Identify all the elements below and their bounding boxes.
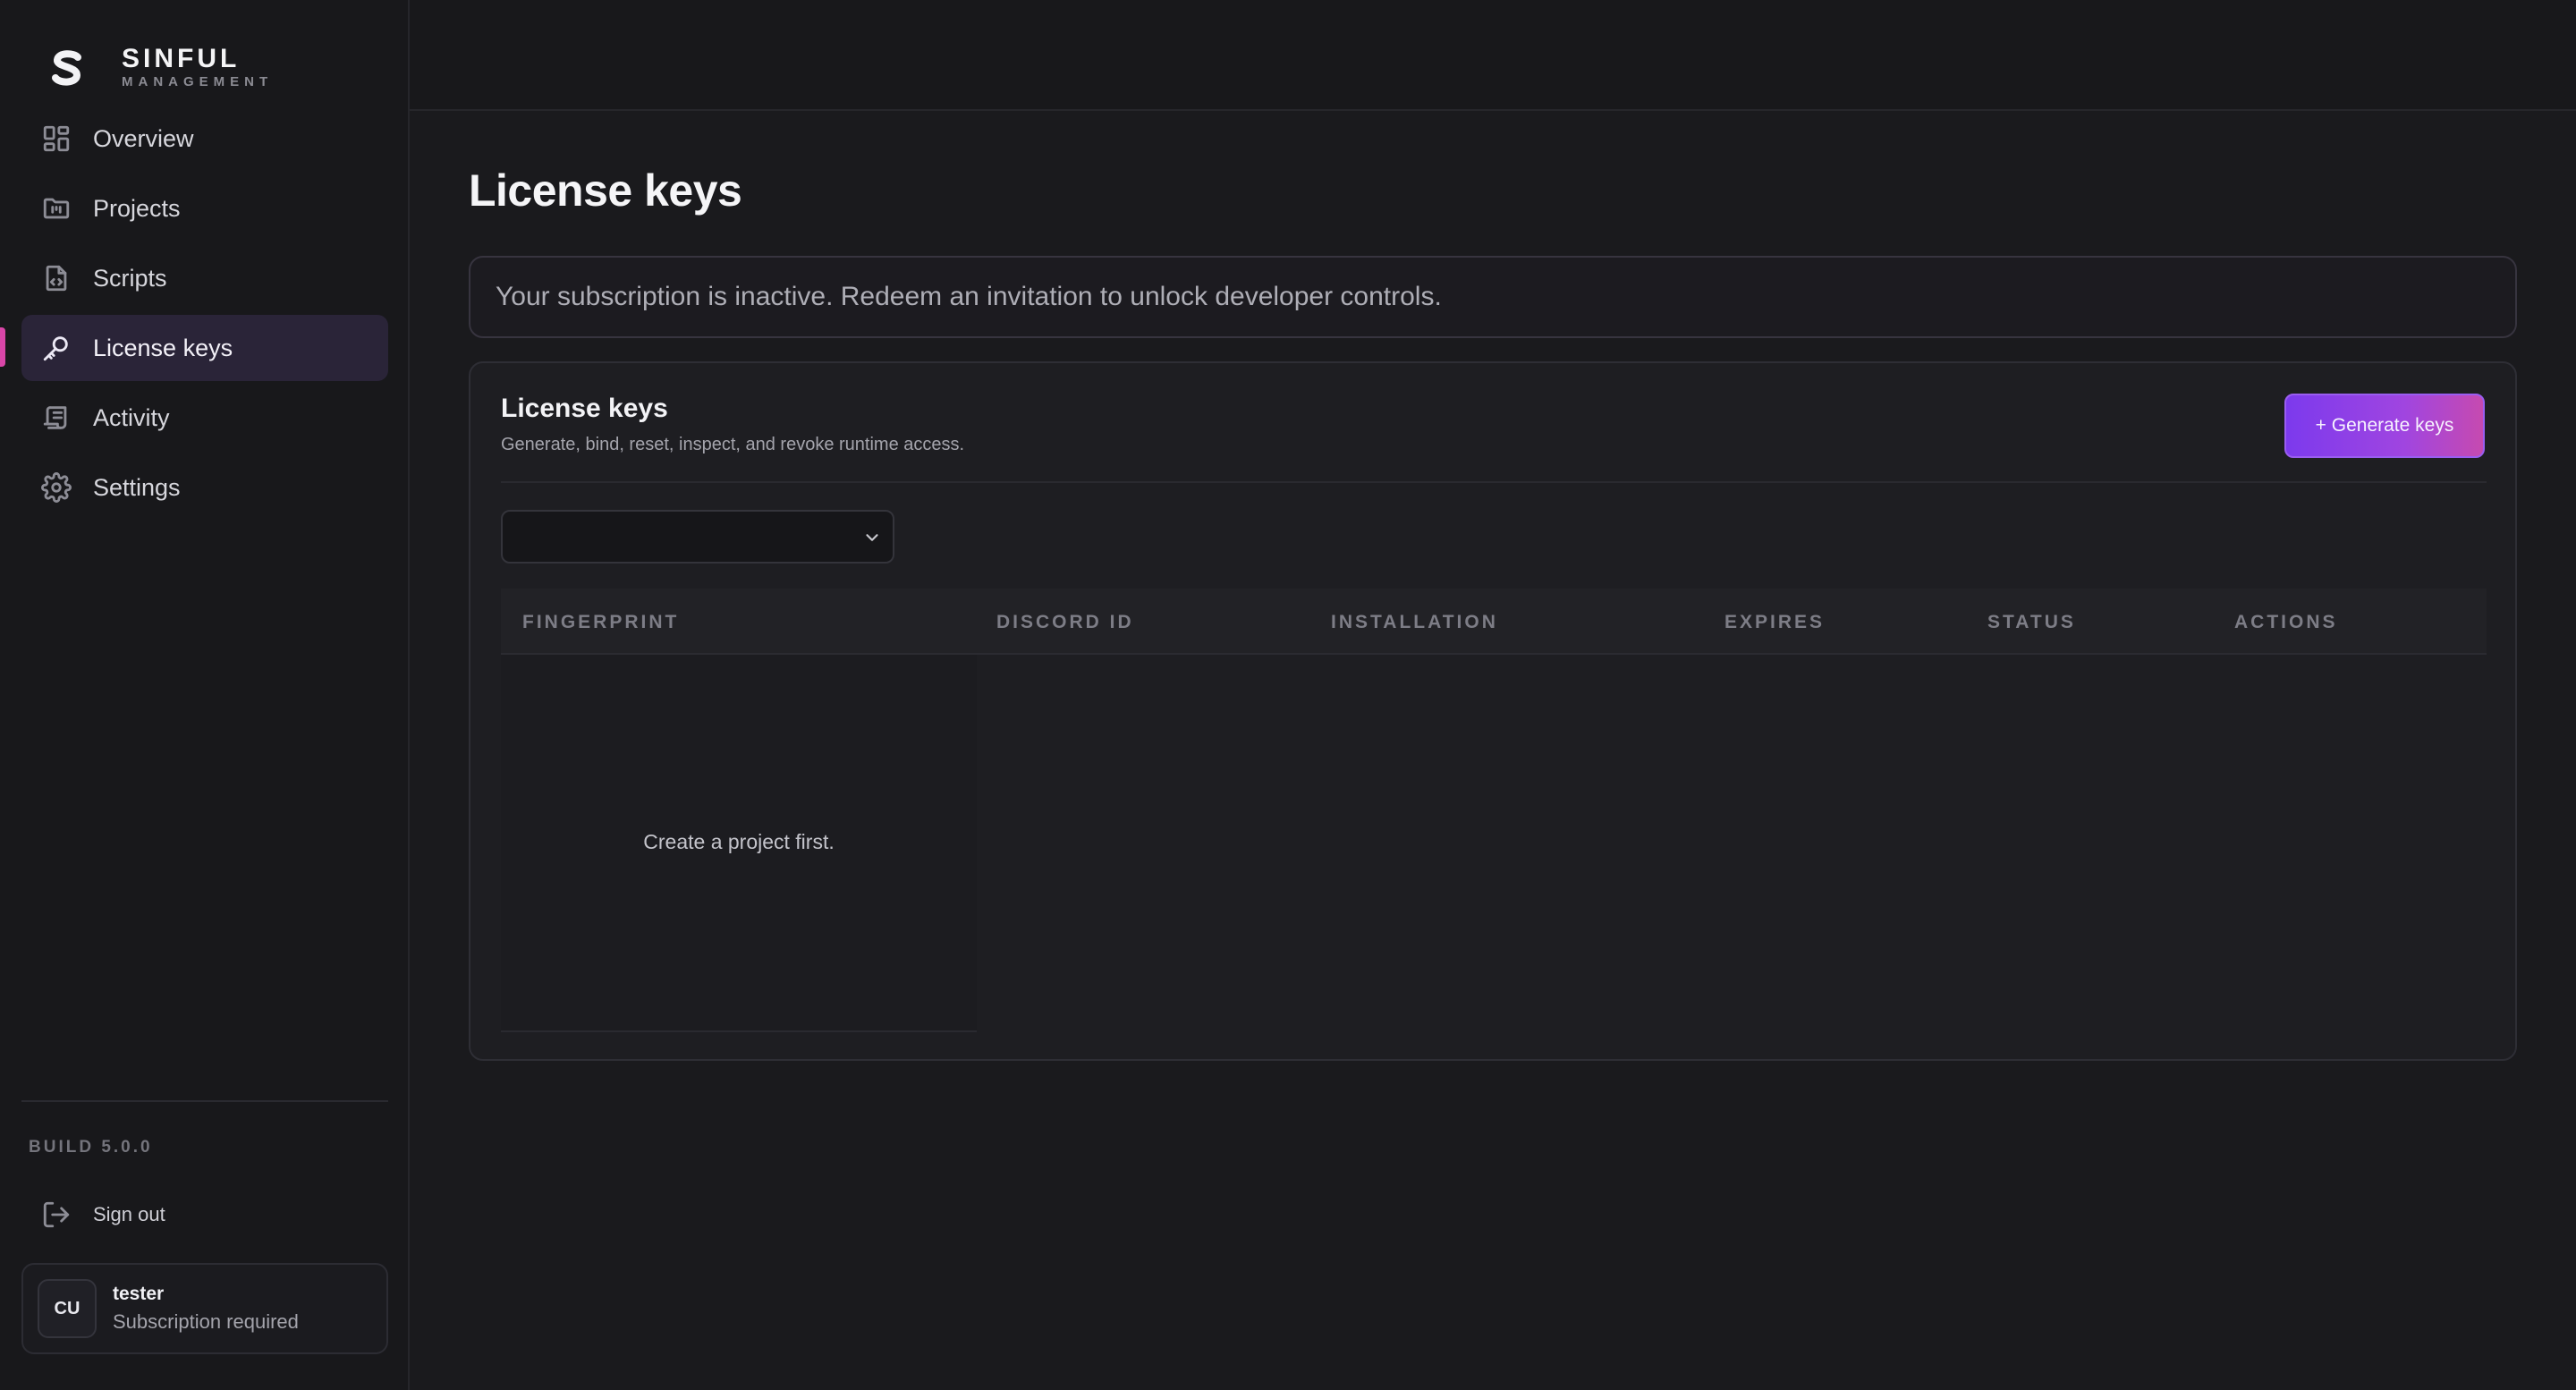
column-header-status[interactable]: STATUS xyxy=(1987,612,2076,633)
column-header-actions: ACTIONS xyxy=(2234,612,2338,632)
sidebar-item-overview[interactable]: Overview xyxy=(21,106,388,172)
sidebar-item-activity[interactable]: Activity xyxy=(21,385,388,451)
sidebar-item-license-keys[interactable]: License keys xyxy=(21,315,388,381)
chevron-down-icon xyxy=(866,534,878,541)
sidebar-item-scripts[interactable]: Scripts xyxy=(21,245,388,311)
user-subscription-status: Subscription required xyxy=(113,1310,299,1333)
sidebar-item-label: Scripts xyxy=(93,264,167,292)
sidebar-item-label: Projects xyxy=(93,194,181,222)
empty-state-message: Create a project first. xyxy=(643,830,835,853)
grid-icon xyxy=(41,123,72,154)
sidebar: SINFUL MANAGEMENT Overview Projects Scri… xyxy=(0,0,410,1390)
sidebar-item-settings[interactable]: Settings xyxy=(21,454,388,521)
column-header-discord-id[interactable]: DISCORD ID xyxy=(996,612,1134,633)
sidebar-item-label: Activity xyxy=(93,403,170,431)
folder-icon xyxy=(41,193,72,224)
empty-state-cell: Create a project first. xyxy=(501,655,977,1032)
sign-out-label: Sign out xyxy=(93,1203,165,1225)
table-header: FINGERPRINT DISCORD ID INSTALLATION EXPI… xyxy=(501,589,2487,655)
sidebar-item-label: License keys xyxy=(93,334,233,361)
user-card[interactable]: CU tester Subscription required xyxy=(21,1263,388,1354)
license-keys-panel: License keys Generate, bind, reset, insp… xyxy=(469,361,2517,1061)
sidebar-nav: Overview Projects Scripts License keys A… xyxy=(21,106,388,524)
panel-title: License keys xyxy=(501,394,668,423)
sign-out-button[interactable]: Sign out xyxy=(21,1188,388,1242)
license-keys-table: FINGERPRINT DISCORD ID INSTALLATION EXPI… xyxy=(501,589,2487,1032)
sidebar-divider xyxy=(21,1100,388,1102)
scroll-icon xyxy=(41,403,72,433)
brand-subtitle: MANAGEMENT xyxy=(122,74,274,89)
top-bar xyxy=(410,0,2576,111)
logo-s-icon xyxy=(52,50,81,86)
panel-subtitle: Generate, bind, reset, inspect, and revo… xyxy=(501,435,965,454)
sidebar-item-label: Overview xyxy=(93,124,194,152)
file-code-icon xyxy=(41,263,72,293)
column-header-expires[interactable]: EXPIRES xyxy=(1724,612,1825,633)
active-nav-indicator xyxy=(0,327,5,367)
table-body: Create a project first. xyxy=(501,655,2487,1032)
build-version: BUILD 5.0.0 xyxy=(29,1138,153,1157)
brand-logo[interactable]: SINFUL MANAGEMENT xyxy=(50,41,273,95)
project-select[interactable] xyxy=(501,510,894,564)
user-name: tester xyxy=(113,1284,165,1304)
sidebar-item-label: Settings xyxy=(93,473,181,501)
gear-icon xyxy=(41,472,72,503)
brand-name: SINFUL xyxy=(122,44,241,73)
column-header-installation[interactable]: INSTALLATION xyxy=(1331,612,1498,633)
sidebar-item-projects[interactable]: Projects xyxy=(21,175,388,242)
avatar: CU xyxy=(38,1279,97,1338)
sign-out-icon xyxy=(43,1201,70,1228)
page-title: License keys xyxy=(469,165,742,216)
key-icon xyxy=(41,333,72,363)
column-header-fingerprint[interactable]: FINGERPRINT xyxy=(522,612,679,633)
panel-divider xyxy=(501,481,2487,483)
main-content: License keys Your subscription is inacti… xyxy=(410,111,2576,1390)
generate-keys-button[interactable]: + Generate keys xyxy=(2284,394,2485,458)
subscription-alert: Your subscription is inactive. Redeem an… xyxy=(469,256,2517,338)
